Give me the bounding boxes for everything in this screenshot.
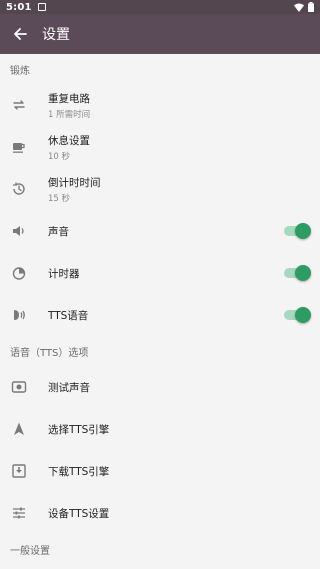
setting-label: 计时器 xyxy=(48,267,80,280)
setting-timer[interactable]: 计时器 xyxy=(0,252,320,294)
toggle-knob xyxy=(295,223,311,239)
back-button[interactable] xyxy=(8,22,32,46)
page-title: 设置 xyxy=(42,27,70,43)
speaker-box-icon xyxy=(10,378,28,396)
section-header-general: 一般设置 xyxy=(10,545,50,557)
section-header-tts: 语音（TTS）选项 xyxy=(10,347,89,359)
toggle-knob xyxy=(295,307,311,323)
coffee-cup-icon xyxy=(10,138,28,156)
battery-icon xyxy=(308,2,314,12)
setting-label: TTS语音 xyxy=(48,309,89,322)
history-icon xyxy=(10,180,28,198)
setting-repeat-circuit[interactable]: 重复电路 1 所需时间 xyxy=(0,84,320,126)
app-bar: 设置 xyxy=(0,14,320,54)
setting-label: 下载TTS引擎 xyxy=(48,465,110,478)
timer-icon xyxy=(10,264,28,282)
notification-icon xyxy=(37,3,46,11)
setting-label: 倒计时时间 xyxy=(48,176,101,189)
sound-toggle[interactable] xyxy=(284,223,311,239)
status-bar: 5:01 xyxy=(0,0,320,14)
setting-test-voice[interactable]: 测试声音 xyxy=(0,366,320,408)
sliders-icon xyxy=(10,504,28,522)
setting-label: 声音 xyxy=(48,225,69,238)
setting-value: 1 所需时间 xyxy=(48,109,91,120)
setting-device-tts-settings[interactable]: 设备TTS设置 xyxy=(0,492,320,534)
download-box-icon xyxy=(10,462,28,480)
section-header-workout: 锻炼 xyxy=(10,65,30,77)
setting-label: 重复电路 xyxy=(48,92,90,105)
arrow-left-icon xyxy=(14,28,27,40)
setting-label: 休息设置 xyxy=(48,134,90,147)
repeat-icon xyxy=(10,96,28,114)
setting-label: 测试声音 xyxy=(48,381,90,394)
status-time: 5:01 xyxy=(6,1,32,13)
setting-value: 10 秒 xyxy=(48,151,71,162)
voice-icon xyxy=(10,306,28,324)
setting-download-tts-engine[interactable]: 下载TTS引擎 xyxy=(0,450,320,492)
wifi-icon xyxy=(294,3,304,12)
speaker-icon xyxy=(10,222,28,240)
setting-countdown[interactable]: 倒计时时间 15 秒 xyxy=(0,168,320,210)
setting-tts-voice[interactable]: TTS语音 xyxy=(0,294,320,336)
setting-value: 15 秒 xyxy=(48,193,71,204)
setting-label: 设备TTS设置 xyxy=(48,507,110,520)
tts-voice-toggle[interactable] xyxy=(284,307,311,323)
setting-select-tts-engine[interactable]: 选择TTS引擎 xyxy=(0,408,320,450)
toggle-knob xyxy=(295,265,311,281)
timer-toggle[interactable] xyxy=(284,265,311,281)
setting-label: 选择TTS引擎 xyxy=(48,423,110,436)
setting-rest[interactable]: 休息设置 10 秒 xyxy=(0,126,320,168)
setting-sound[interactable]: 声音 xyxy=(0,210,320,252)
navigation-arrow-icon xyxy=(10,420,28,438)
